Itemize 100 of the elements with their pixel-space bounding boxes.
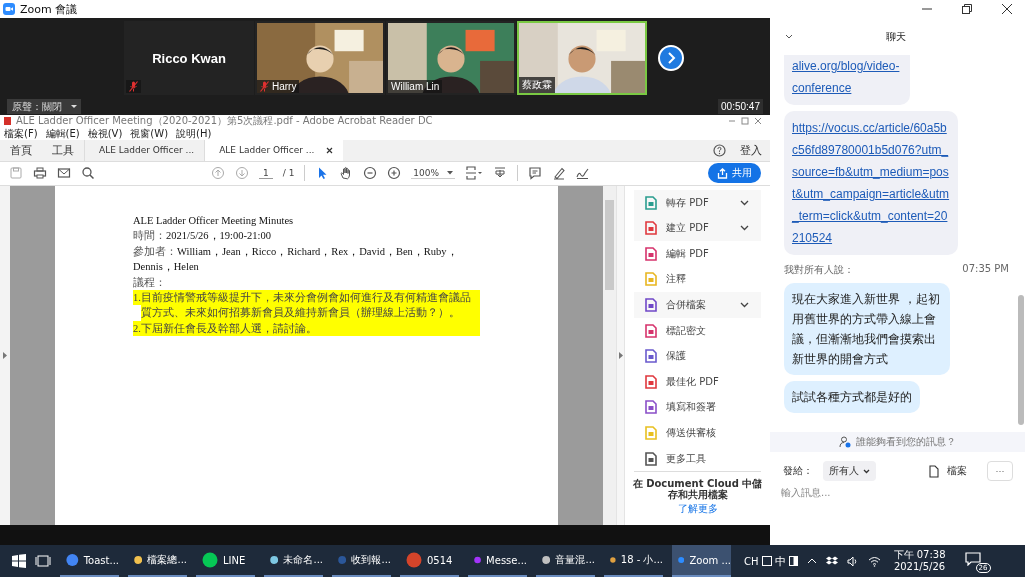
close-icon[interactable] bbox=[326, 146, 334, 154]
taskbar-app[interactable]: 18 - 小... bbox=[604, 545, 663, 577]
task-view-icon[interactable] bbox=[35, 554, 51, 568]
fit-page-icon[interactable] bbox=[465, 166, 484, 181]
tool-item[interactable]: 注釋 bbox=[634, 266, 761, 293]
message-link[interactable]: https://vocus.cc/article/60a5bc56fd89780001b5d076?utm_source=fb&utm_medium=post&utm_campaign=article&utm_term=click&utm_content=20210524 bbox=[792, 117, 950, 249]
menu-item[interactable]: 說明(H) bbox=[176, 126, 212, 141]
tool-item[interactable]: 編輯 PDF bbox=[634, 241, 761, 267]
chevron-up-icon[interactable] bbox=[806, 558, 817, 564]
document-line: 時間：2021/5/26，19:00-21:00 bbox=[133, 229, 272, 244]
menu-item[interactable]: 視窗(W) bbox=[130, 126, 169, 141]
restore-icon[interactable] bbox=[962, 4, 972, 14]
expand-handle-icon[interactable] bbox=[3, 351, 7, 359]
menu-item[interactable]: 檔案(F) bbox=[4, 126, 38, 141]
taskbar-app[interactable]: LINE bbox=[196, 545, 255, 577]
sign-in-link[interactable]: 登入 bbox=[740, 140, 762, 161]
participant-name: William Lin bbox=[391, 81, 440, 92]
print-icon[interactable] bbox=[33, 166, 47, 181]
agenda-item: 目前疫情警戒等級提升下，未來分會例會如何進行及有何精進會議品質方式、未來如何招募新會員及維持新會員（辦理線上活動？）。 bbox=[140, 289, 480, 321]
message-link[interactable]: alive.org/blog/video-conference bbox=[792, 55, 902, 99]
wifi-icon[interactable] bbox=[867, 555, 881, 567]
recipient-dropdown[interactable]: 所有人 bbox=[823, 461, 876, 481]
taskbar-app[interactable]: 音量混... bbox=[536, 545, 595, 577]
sign-icon[interactable] bbox=[576, 166, 591, 181]
window-title: ALE Ladder Officer Meeting（2020-2021）第5次議程.pdf - Adobe Acrobat Reader DC bbox=[16, 114, 433, 128]
taskbar-app[interactable]: 收到報... bbox=[332, 545, 391, 577]
caret-icon[interactable] bbox=[67, 99, 81, 114]
scrollbar-thumb[interactable] bbox=[605, 199, 614, 290]
message-sender: 我對所有人說： bbox=[784, 263, 854, 277]
zoom-in-icon[interactable] bbox=[387, 166, 402, 181]
tool-item[interactable]: 建立 PDF bbox=[634, 215, 761, 242]
search-icon[interactable] bbox=[81, 166, 95, 181]
notification-icon[interactable] bbox=[964, 552, 981, 566]
tool-item[interactable]: 傳送供審核 bbox=[634, 420, 761, 446]
caret-icon bbox=[447, 170, 454, 175]
menu-item[interactable]: 編輯(E) bbox=[45, 126, 80, 141]
tool-item[interactable]: 標記密文 bbox=[634, 317, 761, 344]
clock-date[interactable]: 2021/5/26 bbox=[893, 561, 946, 573]
tool-item[interactable]: 轉存 PDF bbox=[634, 189, 761, 216]
send-to-label: 發給： bbox=[783, 464, 813, 478]
chevron-down-icon[interactable] bbox=[785, 34, 793, 39]
share-button[interactable]: 共用 bbox=[708, 163, 761, 184]
close-icon[interactable] bbox=[1002, 4, 1012, 14]
tool-item[interactable]: 保護 bbox=[634, 343, 761, 370]
comment-icon[interactable] bbox=[528, 166, 543, 181]
tool-item[interactable]: 最佳化 PDF bbox=[634, 369, 761, 395]
nav-tab[interactable]: 首頁 bbox=[0, 140, 42, 161]
input-mode-indicator[interactable]: 中 bbox=[774, 553, 786, 569]
help-icon[interactable] bbox=[713, 143, 726, 157]
mail-icon[interactable] bbox=[57, 166, 71, 181]
window-title: Zoom 會議 bbox=[20, 1, 78, 17]
chevron-down-icon[interactable] bbox=[740, 302, 749, 309]
scrollbar-thumb[interactable] bbox=[1018, 295, 1024, 425]
document-title: ALE Ladder Officer Meeting Minutes bbox=[133, 213, 295, 228]
dropbox-icon[interactable] bbox=[825, 555, 838, 567]
message-time: 07:35 PM bbox=[962, 263, 1009, 276]
taskbar-app[interactable]: 檔案總... bbox=[128, 545, 187, 577]
language-indicator[interactable]: CH bbox=[744, 555, 759, 567]
document-tab[interactable]: ALE Ladder Officer ... bbox=[204, 140, 344, 161]
taskbar-app[interactable]: Toast... bbox=[60, 545, 119, 577]
original-sound-button[interactable]: 原聲：關閉 bbox=[7, 99, 67, 114]
cloud-storage-text: 在 Document Cloud 中儲存和共用檔案 bbox=[631, 478, 764, 501]
page-number-field[interactable]: 1 bbox=[259, 167, 273, 179]
more-button[interactable]: ··· bbox=[987, 461, 1013, 481]
menu-item[interactable]: 檢視(V) bbox=[87, 126, 123, 141]
tool-item[interactable]: 合併檔案 bbox=[634, 292, 761, 318]
participant-name: 蔡政霖 bbox=[522, 78, 552, 92]
highlighter-icon[interactable] bbox=[552, 166, 567, 181]
chevron-down-icon[interactable] bbox=[740, 225, 749, 232]
speaker-icon[interactable] bbox=[846, 555, 859, 567]
zoom-logo-icon bbox=[3, 3, 15, 15]
file-icon bbox=[929, 464, 939, 478]
participant-name: Harry bbox=[272, 81, 297, 92]
agenda-label: 議程： bbox=[133, 275, 167, 290]
taskbar-app[interactable]: 0514 bbox=[400, 545, 459, 577]
file-button[interactable]: 檔案 bbox=[929, 464, 967, 478]
list-number: 2. bbox=[133, 320, 141, 337]
half-width-icon[interactable] bbox=[788, 556, 798, 566]
message-text: 現在大家進入新世界 ，起初用舊世界的方式帶入線上會議，但漸漸地我們會摸索出新世界的開會方式 bbox=[792, 292, 940, 366]
clock-time[interactable]: 下午 07:38 bbox=[893, 549, 946, 561]
muted-mic-icon bbox=[260, 81, 269, 92]
tool-item[interactable]: 更多工具 bbox=[634, 445, 761, 472]
zoom-out-icon[interactable] bbox=[363, 166, 378, 181]
taskbar-app[interactable]: Zoom ... bbox=[672, 545, 731, 577]
windows-start-icon[interactable] bbox=[12, 554, 26, 568]
taskbar-app[interactable]: 未命名... bbox=[264, 545, 323, 577]
taskbar-app[interactable]: Messe... bbox=[468, 545, 527, 577]
chevron-down-icon[interactable] bbox=[740, 199, 749, 206]
nav-tab[interactable]: 工具 bbox=[42, 140, 84, 161]
page-total: / 1 bbox=[282, 168, 295, 179]
tool-item[interactable]: 填寫和簽署 bbox=[634, 394, 761, 421]
pdf-icon bbox=[4, 117, 11, 125]
zoom-dropdown[interactable]: 100% bbox=[411, 167, 456, 179]
next-page-icon[interactable] bbox=[658, 45, 684, 71]
muted-mic-icon bbox=[129, 81, 138, 92]
user-icon bbox=[839, 436, 851, 448]
meeting-timer: 00:50:47 bbox=[718, 99, 763, 114]
chevron-down-icon bbox=[863, 468, 870, 474]
learn-more-link[interactable]: 了解更多 bbox=[677, 502, 718, 517]
message-text: 試試各種方式都是好的 bbox=[792, 390, 912, 404]
